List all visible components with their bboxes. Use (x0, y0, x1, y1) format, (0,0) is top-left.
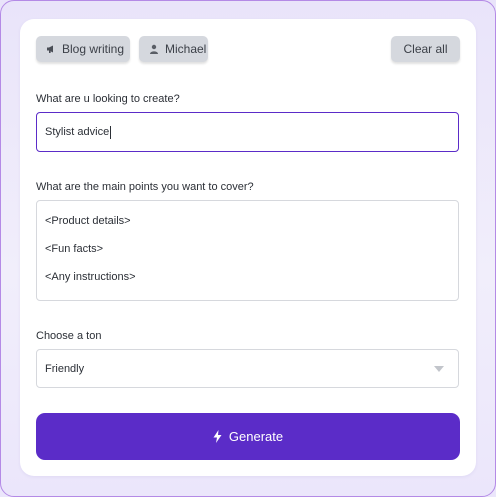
clear-all-label: Clear all (403, 42, 448, 56)
content-card: Blog writing Michael Clear all What are … (20, 19, 476, 476)
points-line: <Fun facts> (45, 243, 104, 255)
text-caret (110, 125, 112, 139)
title-field-label: What are u looking to create? (36, 93, 180, 105)
generate-label: Generate (228, 429, 284, 444)
title-input[interactable]: Stylist advice (36, 112, 459, 152)
generate-button[interactable]: Generate (36, 413, 460, 460)
topic-chip[interactable]: Blog writing (36, 36, 130, 62)
points-textarea[interactable]: <Product details> <Fun facts> <Any instr… (36, 200, 459, 301)
user-icon (149, 44, 159, 54)
points-line: <Product details> (45, 215, 131, 227)
chevron-down-icon (434, 365, 444, 372)
tone-select-value: Friendly (45, 362, 85, 375)
points-line: <Any instructions> (45, 271, 136, 283)
lightning-icon (213, 430, 222, 443)
clear-all-button[interactable]: Clear all (391, 36, 460, 62)
megaphone-icon (46, 44, 56, 54)
title-input-value: Stylist advice (45, 126, 110, 138)
user-chip-label: Michael (165, 42, 207, 56)
topic-chip-label: Blog writing (62, 42, 125, 56)
tone-field-label: Choose a ton (36, 330, 102, 342)
tone-select[interactable]: Friendly (36, 349, 459, 388)
user-chip[interactable]: Michael (139, 36, 208, 62)
points-field-label: What are the main points you want to cov… (36, 181, 254, 193)
